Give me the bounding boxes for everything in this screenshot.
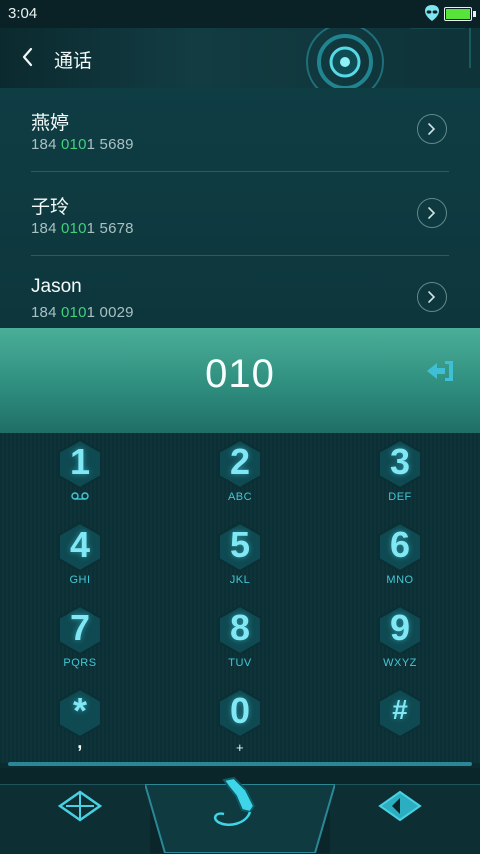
- key-0[interactable]: 0 +: [180, 682, 300, 762]
- key-7[interactable]: 7 PQRS: [20, 599, 140, 679]
- keypad-toggle-icon[interactable]: [57, 790, 103, 827]
- phone-handset-icon[interactable]: [206, 772, 270, 839]
- backspace-icon[interactable]: [425, 358, 457, 389]
- header-decoration: [306, 28, 471, 88]
- list-item[interactable]: 子玲 184 0101 5678: [0, 172, 480, 256]
- voicemail-icon: [20, 491, 140, 503]
- dial-keypad: 1 2 ABC 3 DEF 4 GHI 5 JKL 6 MNO 7 PQRS 8…: [0, 433, 480, 763]
- contact-number: 184 0101 0029: [31, 304, 134, 321]
- contact-number: 184 0101 5678: [31, 220, 134, 237]
- key-1[interactable]: 1: [20, 433, 140, 513]
- diamond-arrow-icon[interactable]: [378, 790, 422, 827]
- contact-number: 184 0101 5689: [31, 136, 134, 153]
- key-4[interactable]: 4 GHI: [20, 516, 140, 596]
- back-chevron-icon[interactable]: [16, 45, 40, 69]
- contact-name: 子玲: [31, 197, 70, 218]
- contact-name: Jason: [31, 276, 82, 297]
- contact-name: 燕婷: [31, 113, 70, 134]
- app-header: 通话: [0, 28, 480, 88]
- key-3[interactable]: 3 DEF: [340, 433, 460, 513]
- bottom-action-bar: [0, 768, 480, 854]
- contact-suggestion-list: 燕婷 184 0101 5689 子玲 184 0101 5678 Jason …: [0, 88, 480, 328]
- dial-number-display: 010: [0, 328, 480, 433]
- battery-icon: [444, 7, 476, 21]
- alien-icon: [424, 4, 440, 27]
- dialed-number: 010: [205, 352, 275, 396]
- status-bar: 3:04: [0, 0, 480, 28]
- key-star[interactable]: * ,: [20, 682, 140, 762]
- keypad-divider: [8, 762, 472, 766]
- key-8[interactable]: 8 TUV: [180, 599, 300, 679]
- key-2[interactable]: 2 ABC: [180, 433, 300, 513]
- page-title: 通话: [54, 51, 93, 72]
- list-item[interactable]: 燕婷 184 0101 5689: [0, 88, 480, 172]
- chevron-right-icon[interactable]: [417, 114, 447, 144]
- chevron-right-icon[interactable]: [417, 282, 447, 312]
- key-hash[interactable]: #: [340, 682, 460, 762]
- key-9[interactable]: 9 WXYZ: [340, 599, 460, 679]
- status-time: 3:04: [8, 5, 38, 22]
- key-5[interactable]: 5 JKL: [180, 516, 300, 596]
- chevron-right-icon[interactable]: [417, 198, 447, 228]
- key-6[interactable]: 6 MNO: [340, 516, 460, 596]
